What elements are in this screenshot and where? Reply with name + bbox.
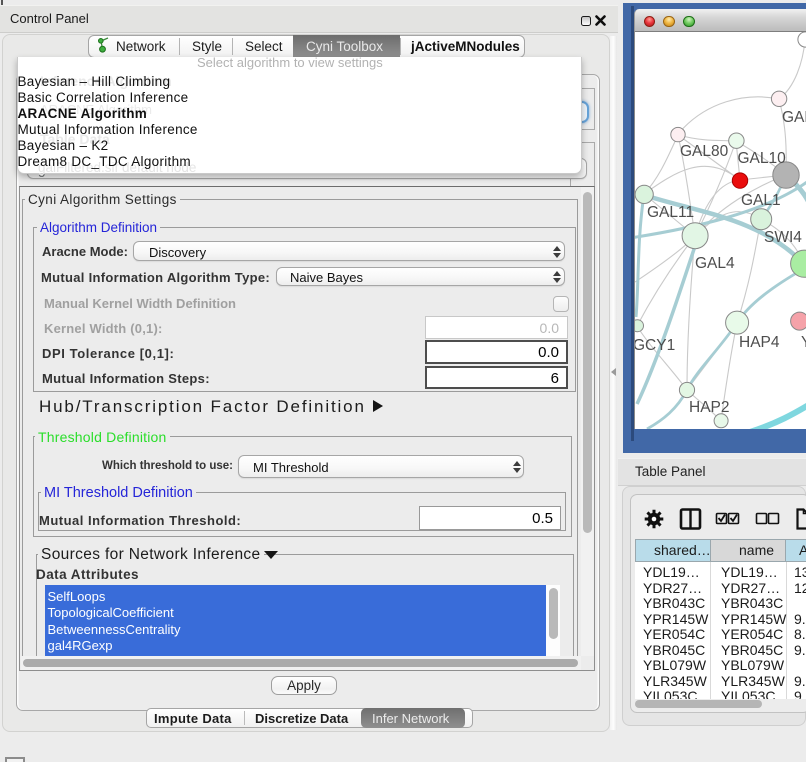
svg-text:GAL1: GAL1 — [741, 192, 781, 209]
svg-text:GAL10: GAL10 — [738, 150, 787, 167]
svg-text:GCY1: GCY1 — [635, 337, 675, 354]
svg-text:GAL11: GAL11 — [647, 204, 694, 221]
svg-text:GAL7: GAL7 — [782, 109, 806, 126]
svg-text:SWI4: SWI4 — [764, 229, 802, 246]
svg-text:GAL4: GAL4 — [695, 255, 735, 272]
svg-text:HAP2: HAP2 — [689, 399, 730, 416]
svg-text:HAP4: HAP4 — [739, 334, 780, 351]
svg-text:Y: Y — [801, 334, 806, 351]
svg-text:GAL80: GAL80 — [680, 143, 729, 160]
